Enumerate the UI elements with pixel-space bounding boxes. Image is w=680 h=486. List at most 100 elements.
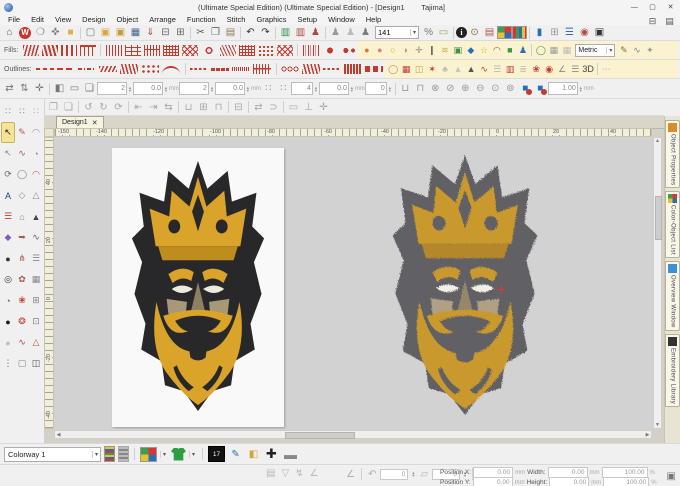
pine-dark-icon[interactable]: ▲ (465, 62, 478, 76)
front-icon[interactable]: ⊙ (488, 82, 503, 96)
copies-field[interactable] (97, 82, 127, 95)
align-left-icon[interactable]: ⇤ (131, 100, 146, 114)
scroll-up-icon[interactable]: ▲ (654, 138, 661, 144)
stitch-run[interactable] (190, 64, 209, 74)
spacing-b-tool[interactable]: ∷ (15, 101, 29, 122)
angles-icon[interactable]: ∠ (556, 62, 569, 76)
target-icon[interactable]: ◉ (543, 62, 556, 76)
sep[interactable] (283, 101, 284, 113)
stitch-satin[interactable] (344, 64, 363, 74)
sep[interactable] (531, 44, 533, 56)
sep[interactable] (325, 26, 326, 39)
ungroup-icon[interactable]: ❏ (61, 100, 76, 114)
open-design-icon[interactable]: ▣ (98, 26, 113, 40)
curve-tool[interactable]: ∿ (15, 143, 29, 164)
zoom-level-input[interactable] (376, 28, 410, 37)
travel-icon[interactable]: ↯ (295, 468, 303, 479)
menu-window[interactable]: Window (328, 15, 355, 24)
blob-dark-tool[interactable]: ● (1, 311, 15, 332)
rows-field[interactable] (178, 82, 209, 95)
fill-arrow[interactable] (257, 44, 274, 56)
scale-y-field[interactable] (603, 477, 650, 486)
lettering-tool[interactable]: A (1, 185, 15, 206)
fill-ripple[interactable] (321, 44, 338, 56)
mesh-tool[interactable]: ⊞ (29, 290, 43, 311)
sep[interactable] (184, 63, 186, 75)
rotate-right-icon[interactable]: ↻ (96, 100, 111, 114)
height-field[interactable] (549, 477, 590, 486)
ring-solid-tool[interactable]: ● (1, 248, 15, 269)
sep[interactable] (453, 26, 455, 39)
outline-zigzag[interactable] (99, 64, 118, 74)
blob-gray-tool[interactable]: ● (1, 332, 15, 353)
spacing-size-field[interactable] (318, 82, 349, 95)
product-shirt-icon[interactable] (171, 447, 187, 461)
unit-caret-icon[interactable]: ▾ (606, 46, 614, 54)
paint-bucket-icon[interactable]: ◧ (246, 447, 261, 461)
stitch-run2[interactable] (323, 64, 342, 74)
subtract-icon[interactable]: ⊖ (473, 82, 488, 96)
kiosk-tool[interactable]: ◆ (1, 227, 15, 248)
shapes-icon[interactable]: ◆ (464, 43, 477, 57)
mannequin-1-icon[interactable]: ♟ (328, 26, 343, 40)
fill-cross-stitch[interactable] (181, 44, 198, 56)
circle-c-icon[interactable]: ◯ (387, 62, 400, 76)
redo-icon[interactable]: ↷ (258, 26, 273, 40)
stamp-icon[interactable]: ◉ (577, 26, 592, 40)
zoom-percent-icon[interactable]: % (421, 26, 436, 40)
sep[interactable] (128, 101, 129, 113)
design-2-icon[interactable]: ▥ (293, 26, 308, 40)
fill-ring[interactable] (200, 44, 217, 56)
align-center-icon[interactable]: ⇥ (146, 100, 161, 114)
wheel-tool[interactable]: ❂ (15, 311, 29, 332)
select-tool[interactable]: ↖ (1, 122, 15, 143)
stitch-blanket[interactable] (365, 64, 384, 74)
stitch-sand[interactable] (302, 64, 321, 74)
remove-color-button[interactable]: ▬ (284, 447, 297, 462)
tab-design1[interactable]: Design1 ✕ (56, 116, 104, 128)
vertical-scrollbar[interactable]: ▲ ▼ (653, 137, 662, 429)
picket-icon[interactable]: ☰ (491, 62, 504, 76)
weld-icon[interactable]: ⊔ (398, 82, 413, 96)
align-top-icon[interactable]: ⊔ (181, 100, 196, 114)
rotate-45-icon[interactable]: ⟳ (111, 100, 126, 114)
lasso-icon[interactable]: ∿ (630, 43, 643, 57)
combine-icon[interactable]: ⊕ (458, 82, 473, 96)
sep[interactable] (248, 101, 249, 113)
mesh-icon[interactable]: ⊞ (547, 26, 562, 40)
trim-icon[interactable]: ⊓ (413, 82, 428, 96)
slant-icon[interactable]: ∠ (346, 469, 355, 480)
line-node-icon[interactable]: ✛ (412, 43, 425, 57)
burst-icon[interactable]: ✶ (426, 62, 439, 76)
digitize-run-tool[interactable]: ✎ (15, 122, 29, 143)
mirror-merge-h-icon[interactable]: ◧ (52, 82, 67, 96)
ellipse-hatch-icon[interactable]: ◫ (413, 62, 426, 76)
pan-icon[interactable]: ✜ (48, 26, 63, 40)
menu-stitch[interactable]: Stitch (227, 15, 246, 24)
thread-colors-icon[interactable] (512, 26, 528, 39)
sep[interactable] (529, 26, 531, 39)
loop-tool[interactable]: ◔ (29, 143, 43, 164)
overlap-tool[interactable]: ◫ (29, 353, 43, 374)
stitch-wave[interactable] (232, 64, 251, 74)
pen-icon[interactable]: ✎ (617, 43, 630, 57)
fill-stipple[interactable] (340, 44, 357, 56)
menu-arrange[interactable]: Arrange (149, 15, 176, 24)
small-dashes-icon[interactable]: ⋯ (600, 62, 613, 76)
docker-color-object-list[interactable]: Color-Object List (665, 191, 680, 259)
restore-button[interactable]: ▢ (644, 2, 661, 13)
thread-strip-gray-icon[interactable] (118, 446, 129, 462)
save-icon[interactable]: ▦ (128, 26, 143, 40)
sep[interactable] (80, 26, 81, 39)
arrow-curve-tool[interactable]: ➥ (15, 227, 29, 248)
back-icon[interactable]: ⊚ (503, 82, 518, 96)
open-recent-icon[interactable]: ▣ (113, 26, 128, 40)
tab-close-icon[interactable]: ✕ (92, 119, 98, 127)
pine-gray-icon[interactable]: ▲ (452, 62, 465, 76)
rotate-status-icon[interactable]: ↶ (368, 469, 376, 480)
wave-run-tool[interactable]: ∿ (29, 227, 43, 248)
fill-open[interactable] (276, 44, 293, 56)
arc-tool[interactable]: ◠ (29, 122, 43, 143)
fill-motif[interactable] (162, 44, 179, 56)
fill-contour[interactable] (302, 44, 319, 56)
